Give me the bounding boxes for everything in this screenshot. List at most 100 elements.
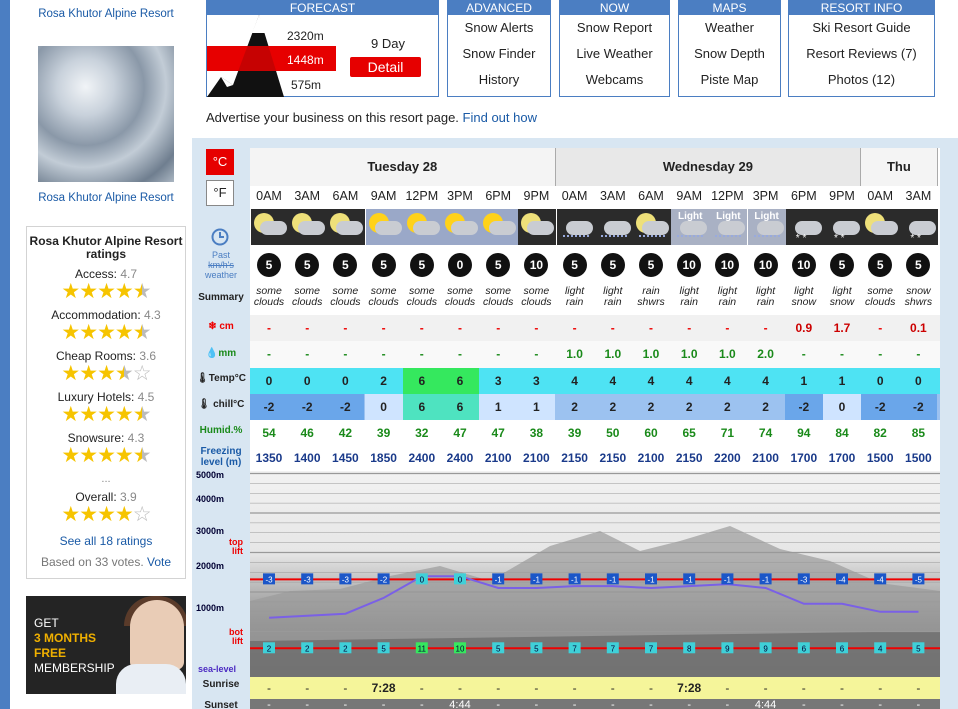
wind-arrow-icon: 5 — [333, 253, 358, 277]
membership-ad[interactable]: GET 3 MONTHS FREE MEMBERSHIP — [26, 596, 186, 694]
mountain-elevation-icon[interactable] — [207, 15, 284, 97]
sun-cloud-icon — [403, 209, 442, 245]
photos-link[interactable]: Photos (12) — [789, 67, 934, 93]
find-out-how-link[interactable]: Find out how — [463, 110, 537, 125]
rating-star-icon: ★ — [61, 362, 80, 385]
elevation-mid[interactable]: 1448m — [287, 53, 324, 67]
bottom-lift-temp-text: 4 — [878, 644, 883, 653]
top-lift-temp-badge: -1 — [492, 573, 505, 585]
rating-4: Snowsure: 4.3 — [27, 431, 185, 445]
sea-level-label: sea-level — [198, 664, 237, 674]
resort-reviews-link[interactable]: Resort Reviews (7) — [789, 41, 934, 67]
chill-cell: 2 — [724, 400, 731, 414]
temp-cell: 1 — [838, 374, 846, 388]
time-cell: 12PM — [711, 189, 744, 203]
humidity-row: 54 46 42 39 32 47 47 38 39 50 60 65 71 74 94 84 82 85 — [250, 420, 940, 446]
celsius-button[interactable]: °C — [206, 149, 234, 175]
freezing-cell: 1350 — [255, 451, 283, 465]
snow-depth-map-link[interactable]: Snow Depth — [679, 41, 780, 67]
snow-finder-link[interactable]: Snow Finder — [448, 41, 550, 67]
resort-photo[interactable] — [38, 46, 174, 182]
left-column: Rosa Khutor Alpine Resort Rosa Khutor Al… — [26, 0, 186, 694]
forecast-menu: FORECAST 2320m 1448m 575m 9 Day Detail — [206, 0, 439, 97]
light-label: Light — [677, 211, 703, 222]
detail-button[interactable]: Detail — [350, 57, 421, 77]
sunrise-cell: - — [267, 681, 271, 695]
humid-cell: 65 — [682, 426, 696, 440]
rain-cell: - — [916, 347, 921, 361]
wind-arrow-icon: 5 — [906, 253, 931, 277]
elevation-bottom[interactable]: 575m — [291, 78, 321, 92]
snow-cell: - — [343, 321, 348, 335]
rain-unit: mm — [218, 348, 237, 359]
rain-drops-icon — [600, 235, 627, 243]
top-lift-temp-badge: -1 — [606, 573, 619, 585]
rain-cell: 2.0 — [757, 347, 774, 361]
top-lift-temp-badge: -2 — [377, 573, 390, 585]
top-lift-temp-text: -3 — [800, 575, 808, 584]
rain-cell: - — [878, 347, 883, 361]
overall-star-icon: ☆ — [132, 503, 152, 526]
rain-drops-icon — [677, 235, 704, 243]
rain-cell: 1.0 — [604, 347, 622, 361]
forecast-table: Tuesday 28 Wednesday 29 Thu 0AM 3AM 6AM 9AM 12… — [250, 148, 940, 709]
sunset-cell: 4:44 — [754, 699, 777, 709]
rating-value: 4.5 — [137, 390, 155, 404]
top-lift-temp-text: -3 — [342, 575, 350, 584]
rating-star-icon: ★ — [61, 321, 80, 344]
chill-cell: 2 — [685, 400, 693, 414]
light-label: Light — [754, 211, 779, 222]
fahrenheit-button[interactable]: °F — [206, 180, 234, 206]
weather-map-link[interactable]: Weather — [679, 15, 780, 41]
bottom-lift-temp-badge: 6 — [797, 642, 810, 654]
top-lift-temp-badge: 0 — [454, 573, 466, 585]
top-lift-temp-text: -5 — [915, 575, 923, 584]
sunset-cell: - — [878, 699, 883, 709]
history-link[interactable]: History — [448, 67, 550, 93]
resort-link-bottom[interactable]: Rosa Khutor Alpine Resort — [26, 192, 186, 204]
snowflake-icon: * * — [795, 233, 807, 244]
rain-drops-icon — [639, 235, 665, 243]
bottom-lift-temp-text: 8 — [687, 644, 692, 653]
wind-arrow-icon: 5 — [639, 253, 663, 277]
see-all-ratings-link[interactable]: See all 18 ratings — [27, 534, 185, 548]
humid-cell: 47 — [453, 426, 467, 440]
ratings-title: Rosa Khutor Alpine Resort ratings — [29, 234, 183, 261]
temp-label: 🌡Temp°C — [194, 373, 248, 384]
summary-cell: light snow — [829, 285, 855, 308]
sunrise-cell: - — [610, 681, 615, 695]
advanced-menu: ADVANCED Snow Alerts Snow Finder History — [447, 0, 551, 97]
rating-star-icon: ★ — [79, 444, 98, 467]
advertise-text: Advertise your business on this resort p… — [206, 110, 459, 125]
rating-label: Luxury Hotels: — [57, 390, 135, 404]
temp-cell: 2 — [380, 374, 387, 388]
sunset-cell: - — [419, 699, 424, 709]
vote-link[interactable]: Vote — [147, 555, 171, 569]
resort-link-top[interactable]: Rosa Khutor Alpine Resort — [26, 8, 186, 20]
snow-alerts-link[interactable]: Snow Alerts — [448, 15, 550, 41]
webcams-link[interactable]: Webcams — [560, 67, 669, 93]
temp-cell: 4 — [609, 374, 617, 388]
cloud-icon — [718, 221, 746, 235]
freezing-row: 1350 1400 1450 1850 2400 2400 2100 2100 2150 2150… — [250, 446, 940, 471]
temp-cell: 4 — [724, 374, 731, 388]
forecast-header: FORECAST — [207, 1, 438, 15]
bottom-lift-temp-text: 2 — [305, 644, 310, 653]
humid-cell: 60 — [644, 426, 658, 440]
snow-report-link[interactable]: Snow Report — [560, 15, 669, 41]
sunset-cell: - — [687, 699, 692, 709]
humid-cell: 85 — [911, 426, 926, 440]
rain-cell: - — [801, 347, 806, 361]
chill-cell: 1 — [517, 394, 556, 420]
piste-map-link[interactable]: Piste Map — [679, 67, 780, 93]
snow-cell: - — [534, 321, 539, 335]
elevation-top[interactable]: 2320m — [287, 29, 324, 43]
live-weather-link[interactable]: Live Weather — [560, 41, 669, 67]
sunset-cell: - — [534, 699, 539, 709]
bottom-lift-temp-badge: 10 — [454, 642, 466, 654]
wind-arrow-icon: 5 — [868, 253, 893, 277]
ski-resort-guide-link[interactable]: Ski Resort Guide — [789, 15, 934, 41]
rating-3: Luxury Hotels: 4.5 — [27, 390, 185, 404]
time-cell: 6AM — [638, 189, 664, 203]
day-header: Wednesday 29 — [555, 148, 862, 186]
